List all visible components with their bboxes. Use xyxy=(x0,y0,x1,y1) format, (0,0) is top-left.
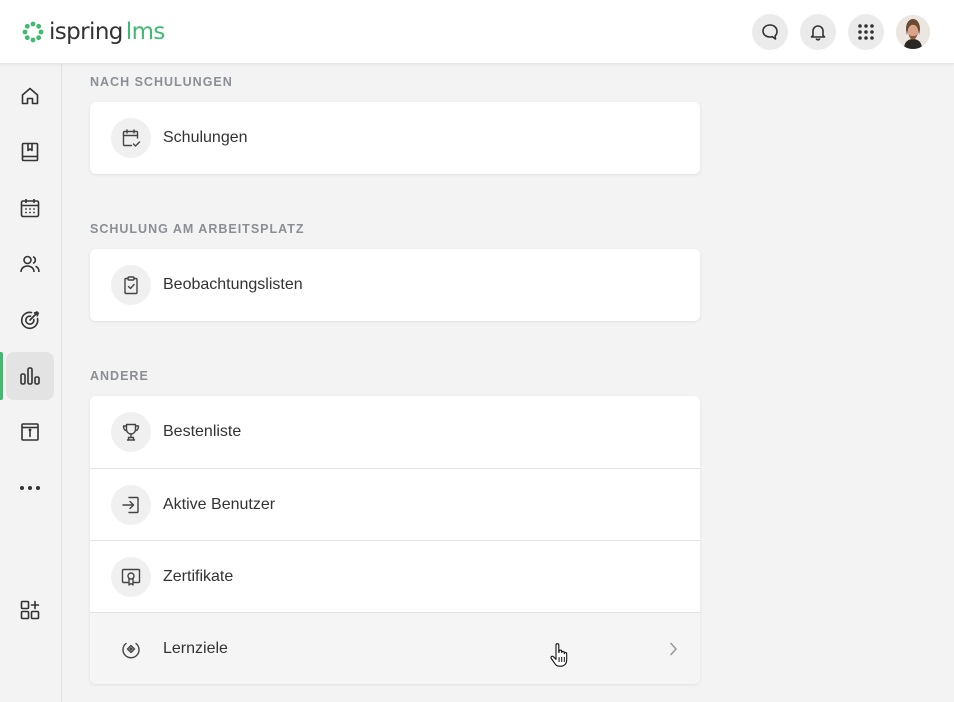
sidebar-item-goals[interactable] xyxy=(6,296,54,344)
info-box-icon xyxy=(21,423,39,441)
sidebar-item-reports[interactable] xyxy=(6,352,54,400)
list-item-label: Aktive Benutzer xyxy=(163,495,276,513)
card-schulung-am-arbeitsplatz: Beobachtungslisten xyxy=(90,249,700,321)
section-title-nach-schulungen: NACH SCHULUNGEN xyxy=(90,75,233,89)
hand-pointer-cursor xyxy=(550,643,568,667)
target-icon xyxy=(20,310,40,330)
apps-button[interactable] xyxy=(848,14,884,50)
add-widget-icon xyxy=(20,600,40,620)
login-icon xyxy=(122,496,139,513)
logo-word-ispring: ispring xyxy=(49,19,123,45)
list-item-label: Zertifikate xyxy=(163,567,234,585)
sidebar-item-more[interactable] xyxy=(6,464,54,512)
more-dots-icon xyxy=(20,486,40,490)
ispring-flower-icon xyxy=(22,21,44,43)
row-icon-wrap xyxy=(111,556,151,597)
list-item-beobachtungslisten[interactable]: Beobachtungslisten xyxy=(90,249,700,321)
header-actions xyxy=(752,14,930,50)
list-item-schulungen[interactable]: Schulungen xyxy=(90,102,700,174)
chat-button[interactable] xyxy=(752,14,788,50)
sidebar-item-calendar[interactable] xyxy=(6,184,54,232)
sidebar-item-courses[interactable] xyxy=(6,128,54,176)
active-indicator xyxy=(0,352,3,400)
section-title-schulung-am-arbeitsplatz: SCHULUNG AM ARBEITSPLATZ xyxy=(90,222,305,236)
list-item-bestenliste[interactable]: Bestenliste xyxy=(90,396,700,468)
list-item-label: Schulungen xyxy=(163,129,248,146)
sidebar-item-add-widget[interactable] xyxy=(6,586,54,634)
chevron-right-icon xyxy=(670,642,677,656)
row-icon-wrap xyxy=(111,412,151,452)
trophy-icon xyxy=(122,423,140,441)
calendar-icon xyxy=(20,199,40,218)
row-icon-wrap xyxy=(111,265,151,305)
top-bar: ispring lms xyxy=(0,0,954,64)
users-icon xyxy=(20,255,40,273)
list-item-zertifikate[interactable]: Zertifikate xyxy=(90,540,700,612)
home-icon xyxy=(21,87,39,105)
user-avatar[interactable] xyxy=(896,15,930,49)
list-item-label: Beobachtungslisten xyxy=(163,276,303,293)
apps-grid-icon xyxy=(858,24,874,40)
list-item-aktive-benutzer[interactable]: Aktive Benutzer xyxy=(90,468,700,540)
logo-word-lms: lms xyxy=(125,19,166,45)
list-item-label: Bestenliste xyxy=(163,423,242,440)
sidebar xyxy=(0,64,62,702)
section-title-andere: ANDERE xyxy=(90,369,149,383)
sidebar-item-info[interactable] xyxy=(6,408,54,456)
row-icon-wrap xyxy=(111,484,151,525)
sidebar-item-home[interactable] xyxy=(6,72,54,120)
clipboard-check-icon xyxy=(124,276,138,295)
list-item-label: Lernziele xyxy=(163,639,228,657)
user-avatar-image xyxy=(896,15,930,49)
list-item-lernziele[interactable]: Lernziele xyxy=(90,612,700,684)
notifications-button[interactable] xyxy=(800,14,836,50)
book-icon xyxy=(21,142,39,162)
calendar-check-icon xyxy=(122,129,141,147)
row-icon-wrap xyxy=(111,118,151,158)
logo-text: ispring lms xyxy=(49,17,165,47)
certificate-icon xyxy=(121,568,141,586)
card-nach-schulungen: Schulungen xyxy=(90,102,700,174)
goal-icon xyxy=(122,642,140,658)
ispring-lms-logo[interactable]: ispring lms xyxy=(22,17,165,47)
chat-bubble-icon xyxy=(762,24,778,40)
bell-icon xyxy=(810,25,826,41)
bar-chart-icon xyxy=(20,367,40,385)
sidebar-item-users[interactable] xyxy=(6,240,54,288)
row-icon-wrap xyxy=(111,629,151,669)
card-andere: Bestenliste Aktive Benutzer Zertifikate xyxy=(90,396,700,684)
